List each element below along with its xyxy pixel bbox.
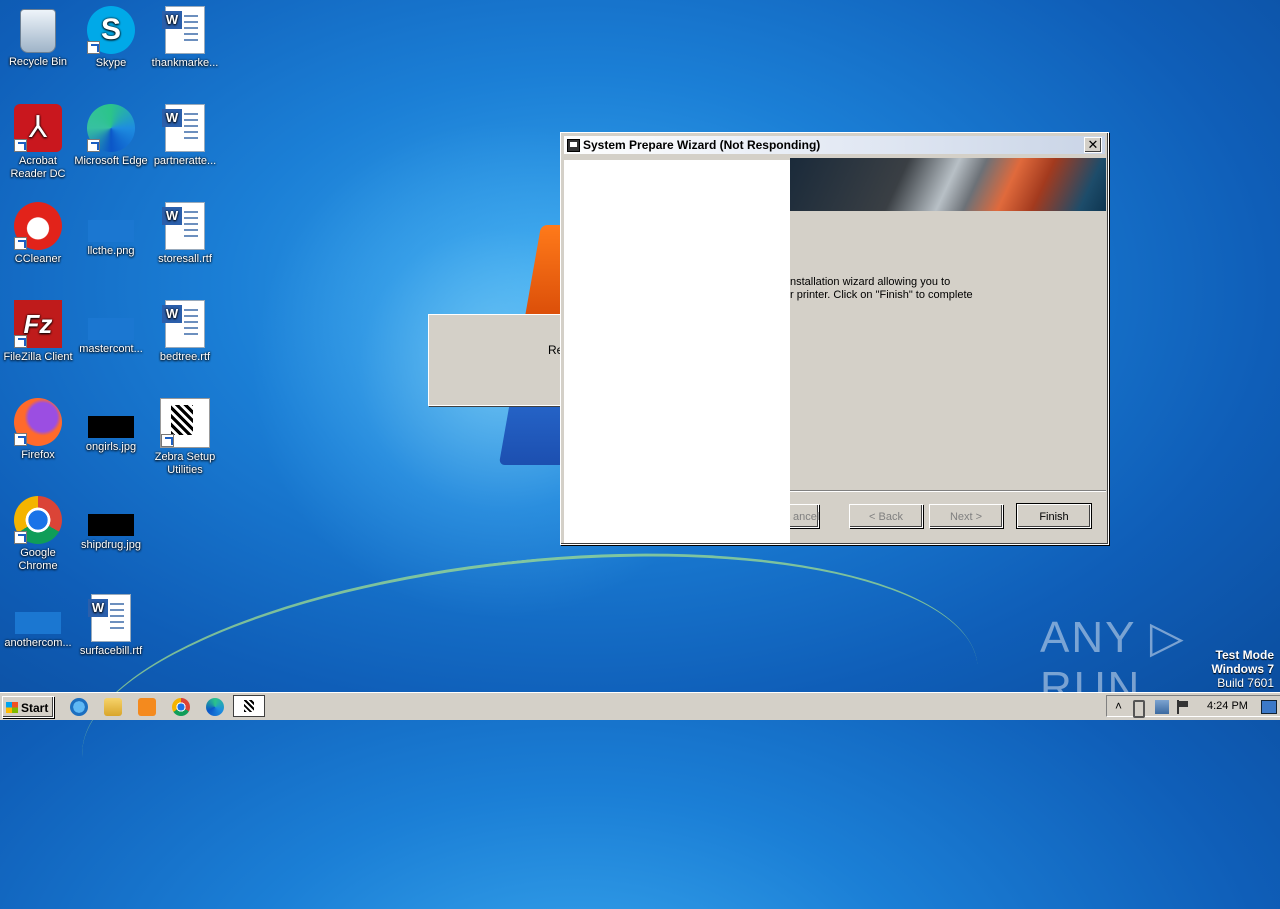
system-info: Test Mode Windows 7 Build 7601 bbox=[1211, 648, 1274, 690]
word-doc-icon: W bbox=[162, 104, 205, 152]
wizard-title: System Prepare Wizard (Not Responding) bbox=[583, 138, 821, 152]
image-file-icon bbox=[15, 612, 61, 634]
media-player-icon[interactable] bbox=[138, 698, 156, 716]
edge-taskbar-icon[interactable] bbox=[206, 698, 224, 716]
wizard-body-line-1: nstallation wizard allowing you to bbox=[790, 276, 951, 288]
desktop-icon-label: Acrobat Reader DC bbox=[10, 155, 66, 180]
desktop-icon-label: partneratte... bbox=[153, 155, 217, 167]
file-explorer-icon[interactable] bbox=[104, 698, 122, 716]
windows-flag-icon bbox=[6, 702, 18, 713]
desktop-icon-filezilla[interactable]: Fz FileZilla Client bbox=[0, 300, 76, 364]
desktop-icon-ongirls[interactable]: ongirls.jpg bbox=[73, 398, 149, 454]
desktop-icon-label: ongirls.jpg bbox=[85, 441, 137, 453]
desktop-icon-bedtree[interactable]: W bedtree.rtf bbox=[147, 300, 223, 364]
system-prepare-wizard-window[interactable]: System Prepare Wizard (Not Responding) ✕… bbox=[560, 132, 1109, 545]
word-doc-icon: W bbox=[88, 594, 131, 642]
desktop-icon-label: shipdrug.jpg bbox=[81, 539, 141, 551]
show-desktop-icon[interactable] bbox=[1261, 700, 1277, 714]
desktop-icon-label: Microsoft Edge bbox=[74, 155, 148, 167]
clock[interactable]: 4:24 PM bbox=[1207, 700, 1248, 712]
app-window-icon bbox=[567, 139, 580, 152]
speaker-icon[interactable] bbox=[1133, 700, 1145, 718]
chrome-taskbar-icon[interactable] bbox=[172, 698, 190, 716]
wizard-side-panel bbox=[564, 160, 790, 543]
filezilla-icon: Fz bbox=[14, 300, 62, 348]
wizard-titlebar[interactable]: System Prepare Wizard (Not Responding) ✕ bbox=[564, 136, 1105, 154]
desktop-icon-surfacebill[interactable]: W surfacebill.rtf bbox=[73, 594, 149, 658]
desktop-icon-label: Skype bbox=[95, 57, 127, 69]
desktop-icon-label: FileZilla Client bbox=[3, 351, 73, 363]
image-file-icon bbox=[88, 416, 134, 438]
desktop-icon-acrobat[interactable]: ⅄ Acrobat Reader DC bbox=[0, 104, 76, 181]
system-tray: ˄ 4:24 PM bbox=[1106, 695, 1280, 718]
show-hidden-icons-button[interactable]: ˄ bbox=[1115, 699, 1122, 713]
desktop-icon-mastercont[interactable]: mastercont... bbox=[73, 300, 149, 356]
desktop-icon-label: CCleaner bbox=[14, 253, 62, 265]
test-mode-label: Test Mode bbox=[1215, 648, 1274, 662]
start-button[interactable]: Start bbox=[2, 696, 54, 718]
edge-icon bbox=[87, 104, 135, 152]
skype-icon: S bbox=[87, 6, 135, 54]
desktop-icon-label: Firefox bbox=[21, 449, 55, 461]
desktop-icon-label: Google Chrome bbox=[18, 547, 58, 572]
desktop-icon-thankmarke[interactable]: W thankmarke... bbox=[147, 6, 223, 70]
chrome-icon bbox=[14, 496, 62, 544]
desktop-icon-recycle-bin[interactable]: Recycle Bin bbox=[0, 6, 76, 69]
desktop-icon-shipdrug[interactable]: shipdrug.jpg bbox=[73, 496, 149, 552]
image-file-icon bbox=[88, 220, 134, 242]
desktop-icon-partneratte[interactable]: W partneratte... bbox=[147, 104, 223, 168]
start-label: Start bbox=[21, 701, 49, 715]
close-button[interactable]: ✕ bbox=[1084, 137, 1102, 153]
image-file-icon bbox=[88, 318, 134, 340]
acrobat-icon: ⅄ bbox=[14, 104, 62, 152]
desktop-icon-firefox[interactable]: Firefox bbox=[0, 398, 76, 462]
image-file-icon bbox=[88, 514, 134, 536]
word-doc-icon: W bbox=[162, 6, 205, 54]
build-label: Build 7601 bbox=[1217, 676, 1274, 690]
next-button[interactable]: Next > bbox=[929, 504, 1003, 528]
desktop-icon-llcthe[interactable]: llcthe.png bbox=[73, 202, 149, 258]
firefox-icon bbox=[14, 398, 62, 446]
desktop-icon-skype[interactable]: S Skype bbox=[73, 6, 149, 70]
taskbar: Start ˄ 4:24 PM bbox=[0, 692, 1280, 720]
finish-button[interactable]: Finish bbox=[1016, 503, 1092, 529]
desktop-icon-label: surfacebill.rtf bbox=[79, 645, 143, 657]
ccleaner-icon bbox=[14, 202, 62, 250]
back-button[interactable]: < Back bbox=[849, 504, 923, 528]
desktop-icon-label: bedtree.rtf bbox=[159, 351, 211, 363]
wizard-body-line-2: r printer. Click on "Finish" to complete bbox=[790, 289, 973, 301]
wizard-body-text: nstallation wizard allowing you to r pri… bbox=[790, 276, 1100, 302]
action-center-flag-icon[interactable] bbox=[1177, 700, 1193, 714]
desktop-icon-zebra-setup[interactable]: Zebra Setup Utilities bbox=[147, 398, 223, 477]
internet-explorer-icon[interactable] bbox=[70, 698, 88, 716]
word-doc-icon: W bbox=[162, 300, 205, 348]
desktop-icon-chrome[interactable]: Google Chrome bbox=[0, 496, 76, 573]
background-dialog[interactable]: Re bbox=[428, 314, 570, 406]
network-icon[interactable] bbox=[1155, 700, 1169, 714]
desktop-icon-storesall[interactable]: W storesall.rtf bbox=[147, 202, 223, 266]
word-doc-icon: W bbox=[162, 202, 205, 250]
zebra-setup-icon bbox=[160, 398, 210, 448]
desktop-icon-label: anothercom... bbox=[4, 637, 72, 649]
desktop-icon-label: Zebra Setup Utilities bbox=[154, 451, 216, 476]
wizard-banner-image bbox=[790, 158, 1106, 211]
wizard-divider bbox=[790, 490, 1106, 492]
desktop-icon-label: Recycle Bin bbox=[8, 56, 68, 68]
recycle-bin-icon bbox=[20, 9, 56, 53]
desktop-icon-label: llcthe.png bbox=[87, 245, 135, 257]
desktop-icon-label: storesall.rtf bbox=[158, 253, 212, 265]
cancel-button[interactable]: ancel bbox=[789, 504, 819, 528]
desktop-icon-label: thankmarke... bbox=[151, 57, 219, 69]
desktop-icon-label: mastercont... bbox=[79, 343, 143, 355]
windows-version-label: Windows 7 bbox=[1211, 662, 1274, 676]
desktop-icon-anothercom[interactable]: anothercom... bbox=[0, 594, 76, 650]
desktop-icon-edge[interactable]: Microsoft Edge bbox=[73, 104, 149, 168]
desktop-icon-ccleaner[interactable]: CCleaner bbox=[0, 202, 76, 266]
zebra-wizard-taskbar-button[interactable] bbox=[233, 695, 265, 717]
